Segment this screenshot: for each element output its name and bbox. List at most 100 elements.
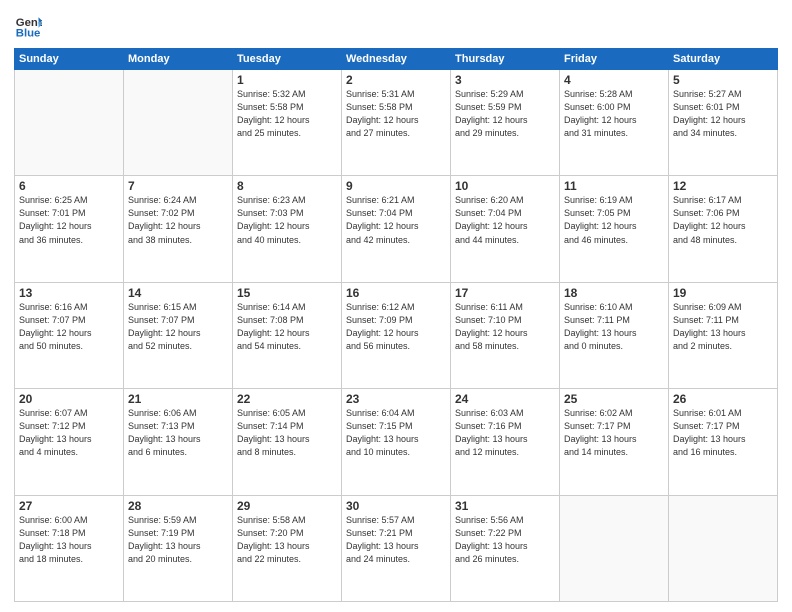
day-info: Sunrise: 6:00 AM Sunset: 7:18 PM Dayligh… [19,514,119,566]
day-info: Sunrise: 6:25 AM Sunset: 7:01 PM Dayligh… [19,194,119,246]
day-number: 13 [19,286,119,300]
calendar-week-1: 1Sunrise: 5:32 AM Sunset: 5:58 PM Daylig… [15,70,778,176]
day-number: 26 [673,392,773,406]
calendar-cell: 21Sunrise: 6:06 AM Sunset: 7:13 PM Dayli… [124,389,233,495]
calendar-cell: 8Sunrise: 6:23 AM Sunset: 7:03 PM Daylig… [233,176,342,282]
day-number: 16 [346,286,446,300]
logo-icon: General Blue [14,12,42,40]
day-number: 31 [455,499,555,513]
day-number: 4 [564,73,664,87]
day-number: 5 [673,73,773,87]
day-info: Sunrise: 5:27 AM Sunset: 6:01 PM Dayligh… [673,88,773,140]
day-number: 2 [346,73,446,87]
calendar-cell: 30Sunrise: 5:57 AM Sunset: 7:21 PM Dayli… [342,495,451,601]
day-info: Sunrise: 6:21 AM Sunset: 7:04 PM Dayligh… [346,194,446,246]
day-info: Sunrise: 6:10 AM Sunset: 7:11 PM Dayligh… [564,301,664,353]
calendar-cell: 4Sunrise: 5:28 AM Sunset: 6:00 PM Daylig… [560,70,669,176]
calendar-cell: 12Sunrise: 6:17 AM Sunset: 7:06 PM Dayli… [669,176,778,282]
day-number: 24 [455,392,555,406]
day-number: 20 [19,392,119,406]
day-number: 7 [128,179,228,193]
header-day-monday: Monday [124,49,233,70]
calendar-cell: 19Sunrise: 6:09 AM Sunset: 7:11 PM Dayli… [669,282,778,388]
day-number: 21 [128,392,228,406]
day-info: Sunrise: 5:57 AM Sunset: 7:21 PM Dayligh… [346,514,446,566]
header-day-tuesday: Tuesday [233,49,342,70]
day-info: Sunrise: 6:17 AM Sunset: 7:06 PM Dayligh… [673,194,773,246]
header-day-friday: Friday [560,49,669,70]
day-info: Sunrise: 6:24 AM Sunset: 7:02 PM Dayligh… [128,194,228,246]
calendar-cell: 25Sunrise: 6:02 AM Sunset: 7:17 PM Dayli… [560,389,669,495]
day-info: Sunrise: 6:04 AM Sunset: 7:15 PM Dayligh… [346,407,446,459]
svg-text:Blue: Blue [16,28,41,40]
day-info: Sunrise: 6:01 AM Sunset: 7:17 PM Dayligh… [673,407,773,459]
calendar-week-4: 20Sunrise: 6:07 AM Sunset: 7:12 PM Dayli… [15,389,778,495]
day-info: Sunrise: 5:58 AM Sunset: 7:20 PM Dayligh… [237,514,337,566]
calendar-cell: 28Sunrise: 5:59 AM Sunset: 7:19 PM Dayli… [124,495,233,601]
calendar-cell [669,495,778,601]
calendar-cell: 14Sunrise: 6:15 AM Sunset: 7:07 PM Dayli… [124,282,233,388]
day-info: Sunrise: 6:07 AM Sunset: 7:12 PM Dayligh… [19,407,119,459]
calendar-cell: 5Sunrise: 5:27 AM Sunset: 6:01 PM Daylig… [669,70,778,176]
calendar-week-3: 13Sunrise: 6:16 AM Sunset: 7:07 PM Dayli… [15,282,778,388]
logo: General Blue [14,12,44,40]
calendar-cell: 15Sunrise: 6:14 AM Sunset: 7:08 PM Dayli… [233,282,342,388]
day-number: 28 [128,499,228,513]
day-number: 11 [564,179,664,193]
calendar-cell: 23Sunrise: 6:04 AM Sunset: 7:15 PM Dayli… [342,389,451,495]
day-info: Sunrise: 5:56 AM Sunset: 7:22 PM Dayligh… [455,514,555,566]
calendar-cell: 24Sunrise: 6:03 AM Sunset: 7:16 PM Dayli… [451,389,560,495]
calendar-page: General Blue SundayMondayTuesdayWednesda… [0,0,792,612]
day-number: 22 [237,392,337,406]
day-number: 3 [455,73,555,87]
day-number: 18 [564,286,664,300]
calendar-cell: 6Sunrise: 6:25 AM Sunset: 7:01 PM Daylig… [15,176,124,282]
calendar-cell: 9Sunrise: 6:21 AM Sunset: 7:04 PM Daylig… [342,176,451,282]
header-day-wednesday: Wednesday [342,49,451,70]
calendar-cell: 11Sunrise: 6:19 AM Sunset: 7:05 PM Dayli… [560,176,669,282]
day-info: Sunrise: 6:09 AM Sunset: 7:11 PM Dayligh… [673,301,773,353]
day-number: 1 [237,73,337,87]
day-info: Sunrise: 6:15 AM Sunset: 7:07 PM Dayligh… [128,301,228,353]
calendar-cell: 17Sunrise: 6:11 AM Sunset: 7:10 PM Dayli… [451,282,560,388]
day-number: 15 [237,286,337,300]
calendar-cell: 18Sunrise: 6:10 AM Sunset: 7:11 PM Dayli… [560,282,669,388]
calendar-cell [560,495,669,601]
day-number: 6 [19,179,119,193]
day-number: 12 [673,179,773,193]
day-info: Sunrise: 6:11 AM Sunset: 7:10 PM Dayligh… [455,301,555,353]
day-number: 14 [128,286,228,300]
day-info: Sunrise: 6:19 AM Sunset: 7:05 PM Dayligh… [564,194,664,246]
day-number: 27 [19,499,119,513]
calendar-cell [124,70,233,176]
calendar-table: SundayMondayTuesdayWednesdayThursdayFrid… [14,48,778,602]
day-number: 30 [346,499,446,513]
day-number: 17 [455,286,555,300]
calendar-cell: 7Sunrise: 6:24 AM Sunset: 7:02 PM Daylig… [124,176,233,282]
day-number: 19 [673,286,773,300]
day-number: 8 [237,179,337,193]
day-info: Sunrise: 6:05 AM Sunset: 7:14 PM Dayligh… [237,407,337,459]
day-info: Sunrise: 6:14 AM Sunset: 7:08 PM Dayligh… [237,301,337,353]
day-number: 9 [346,179,446,193]
calendar-header-row: SundayMondayTuesdayWednesdayThursdayFrid… [15,49,778,70]
day-info: Sunrise: 5:31 AM Sunset: 5:58 PM Dayligh… [346,88,446,140]
day-number: 25 [564,392,664,406]
day-info: Sunrise: 5:59 AM Sunset: 7:19 PM Dayligh… [128,514,228,566]
day-info: Sunrise: 6:12 AM Sunset: 7:09 PM Dayligh… [346,301,446,353]
day-number: 23 [346,392,446,406]
calendar-week-5: 27Sunrise: 6:00 AM Sunset: 7:18 PM Dayli… [15,495,778,601]
calendar-cell: 26Sunrise: 6:01 AM Sunset: 7:17 PM Dayli… [669,389,778,495]
calendar-cell: 13Sunrise: 6:16 AM Sunset: 7:07 PM Dayli… [15,282,124,388]
calendar-cell: 27Sunrise: 6:00 AM Sunset: 7:18 PM Dayli… [15,495,124,601]
calendar-cell: 31Sunrise: 5:56 AM Sunset: 7:22 PM Dayli… [451,495,560,601]
calendar-cell [15,70,124,176]
day-info: Sunrise: 5:29 AM Sunset: 5:59 PM Dayligh… [455,88,555,140]
header-day-sunday: Sunday [15,49,124,70]
day-number: 10 [455,179,555,193]
day-info: Sunrise: 6:06 AM Sunset: 7:13 PM Dayligh… [128,407,228,459]
calendar-cell: 10Sunrise: 6:20 AM Sunset: 7:04 PM Dayli… [451,176,560,282]
calendar-cell: 22Sunrise: 6:05 AM Sunset: 7:14 PM Dayli… [233,389,342,495]
header-day-saturday: Saturday [669,49,778,70]
calendar-cell: 1Sunrise: 5:32 AM Sunset: 5:58 PM Daylig… [233,70,342,176]
